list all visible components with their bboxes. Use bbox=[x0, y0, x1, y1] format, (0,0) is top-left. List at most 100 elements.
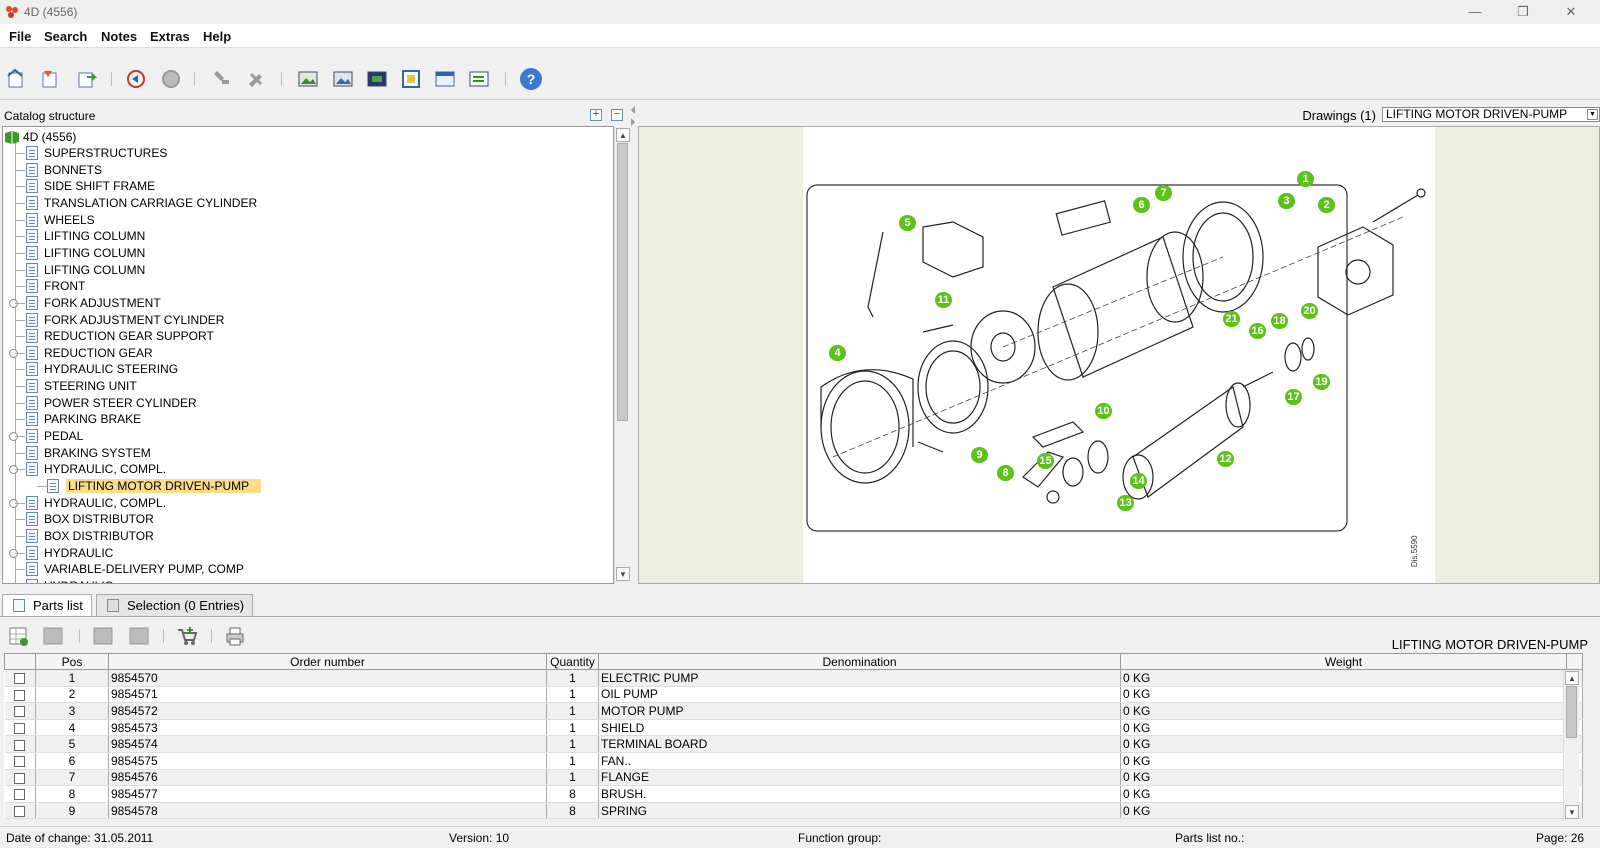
image-view-icon[interactable] bbox=[366, 68, 388, 90]
callout-badge[interactable]: 13 bbox=[1117, 495, 1134, 511]
table-row[interactable]: 7 9854576 1 FLANGE 0 KG bbox=[4, 769, 1583, 787]
callout-badge[interactable]: 7 bbox=[1155, 185, 1172, 201]
minimize-button[interactable]: — bbox=[1452, 2, 1498, 22]
catalog-tree[interactable]: 4D (4556) SUPERSTRUCTURES BONNETS SIDE SHI… bbox=[2, 126, 614, 584]
tree-item[interactable]: HYDRAULIC, COMPL. bbox=[3, 495, 603, 511]
row-checkbox[interactable] bbox=[14, 789, 26, 801]
table-row[interactable]: 8 9854577 8 BRUSH. 0 KG bbox=[4, 785, 1583, 803]
tree-item[interactable]: BONNETS bbox=[3, 162, 603, 178]
collapse-all-button[interactable]: − bbox=[611, 109, 623, 121]
callout-badge[interactable]: 16 bbox=[1249, 323, 1266, 339]
tree-item[interactable]: REDUCTION GEAR SUPPORT bbox=[3, 328, 603, 344]
table-row[interactable]: 5 9854574 1 TERMINAL BOARD 0 KG bbox=[4, 735, 1583, 753]
home-icon[interactable] bbox=[6, 68, 28, 90]
tree-scrollbar[interactable]: ▲ ▼ bbox=[614, 127, 630, 584]
table-row[interactable]: 9 9854578 8 SPRING 0 KG bbox=[4, 802, 1583, 820]
swap-image-icon[interactable] bbox=[468, 68, 490, 90]
tree-item[interactable]: SUPERSTRUCTURES bbox=[3, 145, 603, 161]
callout-badge[interactable]: 17 bbox=[1285, 389, 1302, 405]
row-checkbox[interactable] bbox=[14, 756, 26, 768]
callout-badge[interactable]: 3 bbox=[1278, 193, 1295, 209]
table-row[interactable]: 1 9854570 1 ELECTRIC PUMP 0 KG bbox=[4, 669, 1583, 687]
table-row[interactable]: 6 9854575 1 FAN.. 0 KG bbox=[4, 752, 1583, 770]
row-checkbox[interactable] bbox=[14, 739, 26, 751]
row-checkbox[interactable] bbox=[14, 722, 26, 734]
exploded-drawing[interactable]: Dis.5590 1 2 3 4 5 6 7 8 9 10 11 12 13 14 15 16 17 18 19 20… bbox=[803, 127, 1435, 583]
grid-disabled-icon[interactable] bbox=[128, 625, 150, 647]
tree-item[interactable]: FORK ADJUSTMENT bbox=[3, 295, 603, 311]
tree-item[interactable]: BOX DISTRIBUTOR bbox=[3, 528, 603, 544]
tree-item[interactable]: LIFTING MOTOR DRIVEN-PUMP bbox=[3, 478, 603, 494]
chevron-down-icon[interactable]: ▼ bbox=[1587, 109, 1598, 120]
splitter-handle[interactable] bbox=[630, 104, 636, 128]
tree-item[interactable]: VARIABLE-DELIVERY PUMP, COMP bbox=[3, 561, 603, 577]
callout-badge[interactable]: 4 bbox=[829, 345, 846, 361]
row-checkbox[interactable] bbox=[14, 673, 26, 685]
cart-add-icon[interactable] bbox=[176, 625, 198, 647]
row-checkbox[interactable] bbox=[14, 689, 26, 701]
callout-badge[interactable]: 6 bbox=[1133, 197, 1150, 213]
tree-item[interactable]: BOX DISTRIBUTOR bbox=[3, 511, 603, 527]
tab-selection[interactable]: Selection (0 Entries) bbox=[96, 594, 254, 616]
callout-badge[interactable]: 11 bbox=[935, 292, 952, 308]
tree-item[interactable]: HYDRAULIC STEERING bbox=[3, 361, 603, 377]
menu-help[interactable]: Help bbox=[203, 29, 231, 44]
tree-item[interactable]: POWER STEER CYLINDER bbox=[3, 395, 603, 411]
scroll-down-arrow[interactable]: ▼ bbox=[1565, 805, 1579, 819]
export-icon[interactable] bbox=[76, 68, 98, 90]
column-header-order-number[interactable]: Order number bbox=[108, 653, 547, 670]
callout-badge[interactable]: 10 bbox=[1095, 403, 1112, 419]
add-to-selection-icon[interactable] bbox=[8, 625, 30, 647]
grid-disabled-icon[interactable] bbox=[92, 625, 114, 647]
zoom-in-image-icon[interactable] bbox=[297, 68, 319, 90]
drawings-select[interactable]: LIFTING MOTOR DRIVEN-PUMP ▼ bbox=[1382, 107, 1600, 122]
scroll-up-arrow[interactable]: ▲ bbox=[1565, 671, 1579, 685]
forward-icon[interactable] bbox=[160, 68, 182, 90]
bookmark-icon[interactable] bbox=[40, 68, 62, 90]
scroll-down-arrow[interactable]: ▼ bbox=[616, 567, 630, 581]
tree-item[interactable]: FRONT bbox=[3, 278, 603, 294]
tree-item[interactable]: HYDRAULIC bbox=[3, 545, 603, 561]
table-row[interactable]: 2 9854571 1 OIL PUMP 0 KG bbox=[4, 686, 1583, 704]
callout-badge[interactable]: 12 bbox=[1217, 451, 1234, 467]
callout-badge[interactable]: 14 bbox=[1130, 473, 1147, 489]
scroll-thumb[interactable] bbox=[1566, 686, 1577, 738]
expand-all-button[interactable]: + bbox=[590, 109, 602, 121]
restore-button[interactable]: ❐ bbox=[1500, 2, 1546, 22]
print-icon[interactable] bbox=[224, 625, 246, 647]
callout-badge[interactable]: 5 bbox=[899, 215, 916, 231]
row-checkbox[interactable] bbox=[14, 772, 26, 784]
scroll-up-arrow[interactable]: ▲ bbox=[616, 128, 630, 142]
callout-badge[interactable]: 19 bbox=[1313, 374, 1330, 390]
callout-badge[interactable]: 2 bbox=[1318, 197, 1335, 213]
tree-item[interactable]: SIDE SHIFT FRAME bbox=[3, 178, 603, 194]
back-icon[interactable] bbox=[125, 68, 147, 90]
row-checkbox[interactable] bbox=[14, 706, 26, 718]
tree-item[interactable]: LIFTING COLUMN bbox=[3, 228, 603, 244]
fit-page-icon[interactable] bbox=[400, 68, 422, 90]
tree-item[interactable]: WHEELS bbox=[3, 212, 603, 228]
table-row[interactable]: 4 9854573 1 SHIELD 0 KG bbox=[4, 719, 1583, 737]
scroll-thumb[interactable] bbox=[617, 143, 628, 421]
menu-notes[interactable]: Notes bbox=[101, 29, 137, 44]
tree-item[interactable]: PEDAL bbox=[3, 428, 603, 444]
tree-item[interactable]: HYDRAULIC, COMPL. bbox=[3, 461, 603, 477]
close-button[interactable]: ✕ bbox=[1548, 2, 1594, 22]
tree-item[interactable]: STEERING UNIT bbox=[3, 378, 603, 394]
callout-badge[interactable]: 20 bbox=[1301, 303, 1318, 319]
tools-icon[interactable] bbox=[245, 68, 267, 90]
column-header-weight[interactable]: Weight bbox=[1120, 653, 1567, 670]
zoom-out-image-icon[interactable] bbox=[332, 68, 354, 90]
table-row[interactable]: 3 9854572 1 MOTOR PUMP 0 KG bbox=[4, 702, 1583, 720]
menu-search[interactable]: Search bbox=[44, 29, 87, 44]
tab-parts-list[interactable]: Parts list bbox=[2, 594, 92, 616]
tree-item[interactable]: LIFTING COLUMN bbox=[3, 262, 603, 278]
menu-extras[interactable]: Extras bbox=[150, 29, 190, 44]
callout-badge[interactable]: 21 bbox=[1223, 311, 1240, 327]
tree-item[interactable]: BRAKING SYSTEM bbox=[3, 445, 603, 461]
tree-item[interactable]: TRANSLATION CARRIAGE CYLINDER bbox=[3, 195, 603, 211]
help-icon[interactable]: ? bbox=[520, 68, 542, 90]
tree-root[interactable]: 4D (4556) bbox=[3, 129, 603, 145]
callout-badge[interactable]: 8 bbox=[997, 465, 1014, 481]
parts-scrollbar[interactable]: ▲ ▼ bbox=[1563, 670, 1579, 821]
